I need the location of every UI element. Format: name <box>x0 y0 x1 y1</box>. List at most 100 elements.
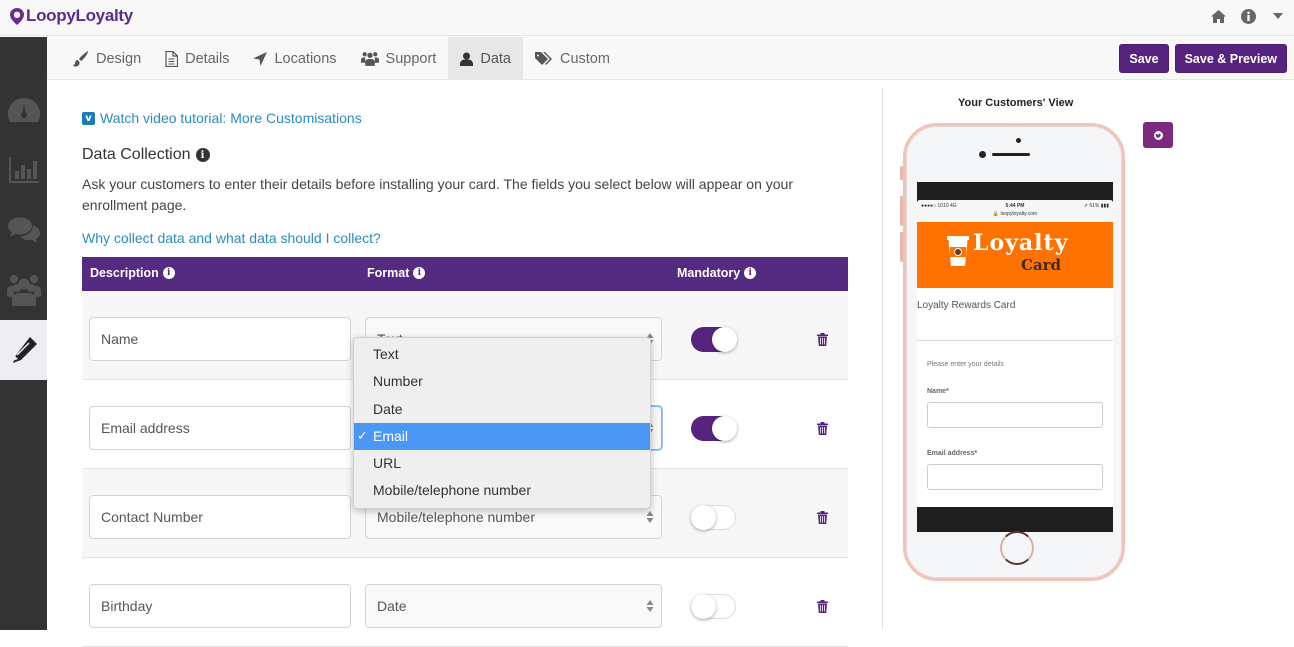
tab-label: Details <box>185 50 230 67</box>
tags-icon <box>534 51 552 65</box>
sidebar-item-analytics[interactable] <box>0 140 47 200</box>
format-value: Date <box>377 598 407 614</box>
preview-email-field[interactable] <box>927 464 1103 490</box>
top-bar: LoopyLoyalty <box>0 0 1294 36</box>
location-arrow-icon <box>253 51 268 66</box>
vimeo-icon: v <box>82 111 95 125</box>
mandatory-toggle[interactable] <box>691 416 737 441</box>
why-collect-data-link[interactable]: Why collect data and what data should I … <box>82 230 381 246</box>
tab-label: Locations <box>274 50 337 67</box>
save-button[interactable]: Save <box>1119 44 1169 73</box>
info-icon[interactable]: i <box>744 267 757 279</box>
field-label: Email address* <box>927 450 978 457</box>
trash-icon[interactable] <box>817 333 828 346</box>
select-arrows-icon <box>646 511 654 523</box>
phone-speaker <box>992 153 1030 156</box>
tab-design[interactable]: Design <box>61 37 153 80</box>
phone-camera <box>979 151 986 158</box>
card-banner: Loyalty Card <box>917 222 1113 288</box>
open-preview-button[interactable] <box>1143 122 1173 148</box>
sidebar-item-edit[interactable] <box>0 320 47 380</box>
brand-line-2: Card <box>1021 256 1062 274</box>
user-icon <box>460 52 474 66</box>
coffee-cup-icon <box>947 236 969 266</box>
preview-name-field[interactable] <box>927 402 1103 428</box>
info-icon[interactable]: i <box>195 148 210 162</box>
logo[interactable]: LoopyLoyalty <box>10 6 133 26</box>
phone-sensor <box>1016 138 1021 143</box>
sidebar-item-customers[interactable] <box>0 260 47 320</box>
trash-icon[interactable] <box>817 422 828 435</box>
users-icon <box>360 52 379 66</box>
tab-label: Data <box>480 50 511 67</box>
description-input[interactable]: Email address <box>89 406 351 450</box>
sidebar-item-dashboard[interactable] <box>0 80 47 140</box>
card-name-text: Loyalty Rewards Card <box>917 300 1016 311</box>
mandatory-toggle[interactable] <box>691 327 737 352</box>
dropdown-option[interactable]: Mobile/telephone number <box>354 477 650 504</box>
section-title: Data Collection i <box>82 146 210 164</box>
description-input[interactable]: Birthday <box>89 584 351 628</box>
pencil-icon <box>12 337 37 363</box>
format-dropdown-menu: Text Number Date ✓ Email URL Mobile/tele… <box>353 337 651 509</box>
tab-custom[interactable]: Custom <box>523 37 622 80</box>
bar-chart-icon <box>8 157 39 183</box>
form-hint: Please enter your details <box>927 361 1005 368</box>
panel-divider <box>882 88 883 630</box>
tab-label: Support <box>385 50 437 67</box>
table-header: Description i Format i Mandatory i <box>82 257 848 291</box>
tab-support[interactable]: Support <box>349 37 449 80</box>
phone-screen: ●●●●○ 1010 4G 5:44 PM ➚ 61% ▮▮▮ 🔒 loopyl… <box>917 182 1113 532</box>
sidebar-item-messages[interactable] <box>0 200 47 260</box>
info-icon[interactable]: i <box>162 267 175 279</box>
users-icon <box>6 275 41 306</box>
brand-line-1: Loyalty <box>973 230 1069 256</box>
format-select[interactable]: Date <box>365 584 662 628</box>
dropdown-option[interactable]: Text <box>354 341 650 368</box>
tab-data[interactable]: Data <box>448 37 523 80</box>
info-icon[interactable] <box>1240 8 1256 24</box>
preview-title: Your Customers' View <box>958 97 1074 109</box>
option-label: Email <box>373 427 409 444</box>
mandatory-toggle[interactable] <box>691 594 736 619</box>
paint-brush-icon <box>73 50 88 67</box>
sidebar <box>0 37 47 630</box>
checkmark-icon: ✓ <box>357 428 368 444</box>
header-format: Format i <box>367 266 426 280</box>
mandatory-toggle[interactable] <box>691 505 736 530</box>
tab-bar: Design Details Locations Support Data Cu… <box>47 37 1294 80</box>
home-icon[interactable] <box>1210 8 1226 24</box>
tab-label: Custom <box>559 50 610 67</box>
enrollment-form: Please enter your details Name* Email ad… <box>917 341 1113 490</box>
map-pin-icon <box>10 7 24 25</box>
info-icon[interactable]: i <box>413 267 426 279</box>
dropdown-option-selected[interactable]: ✓ Email <box>354 422 650 451</box>
header-label: Mandatory <box>677 266 741 280</box>
trash-icon[interactable] <box>817 511 828 524</box>
caret-down-icon[interactable] <box>1270 8 1286 24</box>
video-tutorial-link[interactable]: v Watch video tutorial: More Customisati… <box>82 110 362 126</box>
header-label: Description <box>90 266 159 280</box>
section-description: Ask your customers to enter their detail… <box>82 176 793 213</box>
field-label: Name* <box>927 388 949 395</box>
select-arrows-icon <box>646 600 654 612</box>
header-mandatory: Mandatory i <box>677 266 757 280</box>
dropdown-option[interactable]: Date <box>354 396 650 423</box>
status-battery: ➚ 61% ▮▮▮ <box>1083 203 1109 209</box>
dropdown-option[interactable]: Number <box>354 368 650 395</box>
tab-details[interactable]: Details <box>153 37 241 80</box>
status-url: 🔒 loopyloyalty.com <box>992 211 1038 217</box>
save-and-preview-button[interactable]: Save & Preview <box>1174 44 1287 73</box>
tab-locations[interactable]: Locations <box>241 37 348 80</box>
description-input[interactable]: Name <box>89 317 351 361</box>
header-description: Description i <box>90 266 175 280</box>
trash-icon[interactable] <box>817 600 828 613</box>
globe-icon <box>1153 130 1163 140</box>
dashboard-icon <box>7 98 40 122</box>
description-input[interactable]: Contact Number <box>89 495 351 539</box>
dropdown-option[interactable]: URL <box>354 450 650 477</box>
section-title-text: Data Collection <box>82 146 191 163</box>
tab-label: Design <box>96 50 142 67</box>
phone-preview: ●●●●○ 1010 4G 5:44 PM ➚ 61% ▮▮▮ 🔒 loopyl… <box>900 123 1125 581</box>
header-label: Format <box>367 266 410 280</box>
